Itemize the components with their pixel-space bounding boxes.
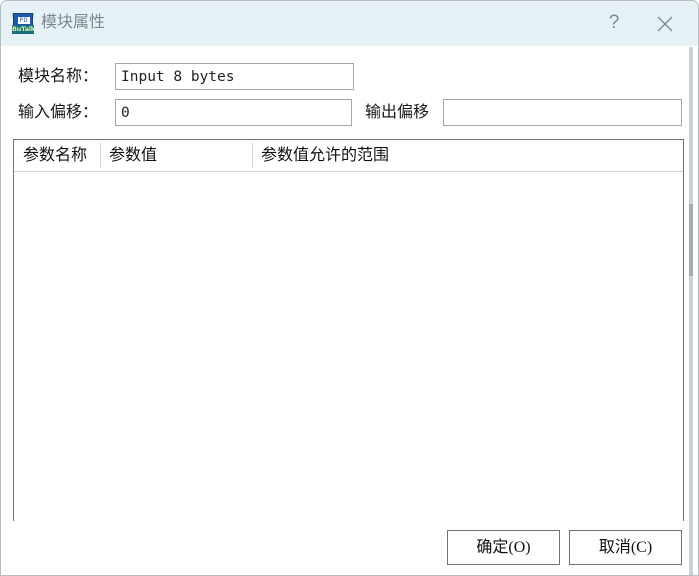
- close-icon: [642, 1, 688, 46]
- vertical-scrollbar-track[interactable]: [689, 47, 693, 575]
- chip-label: PD: [18, 17, 30, 24]
- parameter-table: 参数名称 参数值 参数值允许的范围: [13, 139, 684, 521]
- titlebar: PD BuTalk 模块属性 ?: [1, 1, 698, 47]
- module-name-label: 模块名称：: [18, 66, 98, 88]
- close-button[interactable]: [642, 1, 688, 46]
- table-body[interactable]: [14, 172, 683, 521]
- column-header-parameter-name[interactable]: 参数名称: [14, 140, 100, 171]
- ok-button[interactable]: 确定(O): [447, 530, 560, 565]
- page-title: 模块属性: [41, 12, 105, 34]
- chip-band-label: BuTalk: [12, 25, 34, 34]
- module-chip-icon: PD BuTalk: [12, 13, 34, 34]
- cancel-button[interactable]: 取消(C): [569, 530, 682, 565]
- question-mark-icon: ?: [591, 1, 637, 46]
- table-header-row: 参数名称 参数值 参数值允许的范围: [14, 140, 683, 172]
- input-offset-label: 输入偏移：: [18, 102, 98, 124]
- input-offset-input[interactable]: [115, 99, 352, 126]
- column-header-parameter-value[interactable]: 参数值: [100, 140, 252, 171]
- module-name-input[interactable]: [115, 63, 354, 90]
- column-header-parameter-range[interactable]: 参数值允许的范围: [252, 140, 682, 171]
- output-offset-label: 输出偏移: [365, 102, 429, 124]
- vertical-scrollbar-thumb[interactable]: [689, 204, 693, 276]
- module-properties-dialog: PD BuTalk 模块属性 ? 模块名称： 输入偏移： 输出偏移 参数名称 参: [0, 0, 699, 576]
- help-button[interactable]: ?: [591, 1, 637, 46]
- output-offset-input[interactable]: [443, 99, 682, 126]
